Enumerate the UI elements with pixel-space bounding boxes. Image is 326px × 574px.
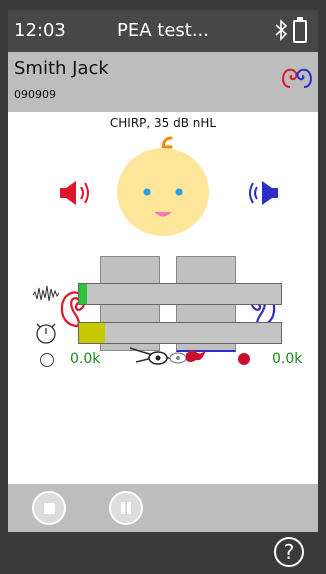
left-speaker-icon[interactable] (56, 178, 92, 208)
test-progress-fill (79, 323, 106, 343)
bluetooth-icon (275, 19, 288, 41)
test-panel: CHIRP, 35 dB nHL 0.0k 0.0k (8, 112, 318, 484)
noise-level-bar (78, 283, 282, 305)
stop-button[interactable] (32, 491, 66, 525)
left-sweep-count: 0.0k (70, 351, 101, 367)
patient-name: Smith Jack (14, 58, 109, 79)
right-speaker-icon[interactable] (246, 178, 282, 208)
patient-id: 090909 (14, 88, 56, 101)
help-button[interactable]: ? (274, 537, 304, 567)
stopwatch-icon (36, 323, 56, 344)
right-sweep-count: 0.0k (272, 351, 303, 367)
status-bar: 12:03 PEA test... (8, 10, 318, 52)
noise-level-fill (79, 284, 88, 304)
control-bar (8, 484, 318, 532)
ear-pair-icon (282, 68, 312, 88)
app-frame: 12:03 PEA test... Smith Jack 090909 CHIR… (0, 0, 326, 574)
stop-icon (43, 502, 55, 514)
pause-button[interactable] (109, 491, 143, 525)
patient-header[interactable]: Smith Jack 090909 (8, 52, 318, 112)
baby-face-icon (117, 136, 209, 236)
right-counter-dot (238, 353, 250, 365)
battery-icon (293, 17, 307, 43)
pause-icon (121, 502, 131, 514)
electrode-cable-icon (129, 347, 206, 365)
stimulus-label: CHIRP, 35 dB nHL (109, 116, 217, 130)
left-counter-dot (40, 353, 54, 367)
screen-title: PEA test... (117, 20, 209, 41)
waveform-icon (32, 285, 60, 302)
